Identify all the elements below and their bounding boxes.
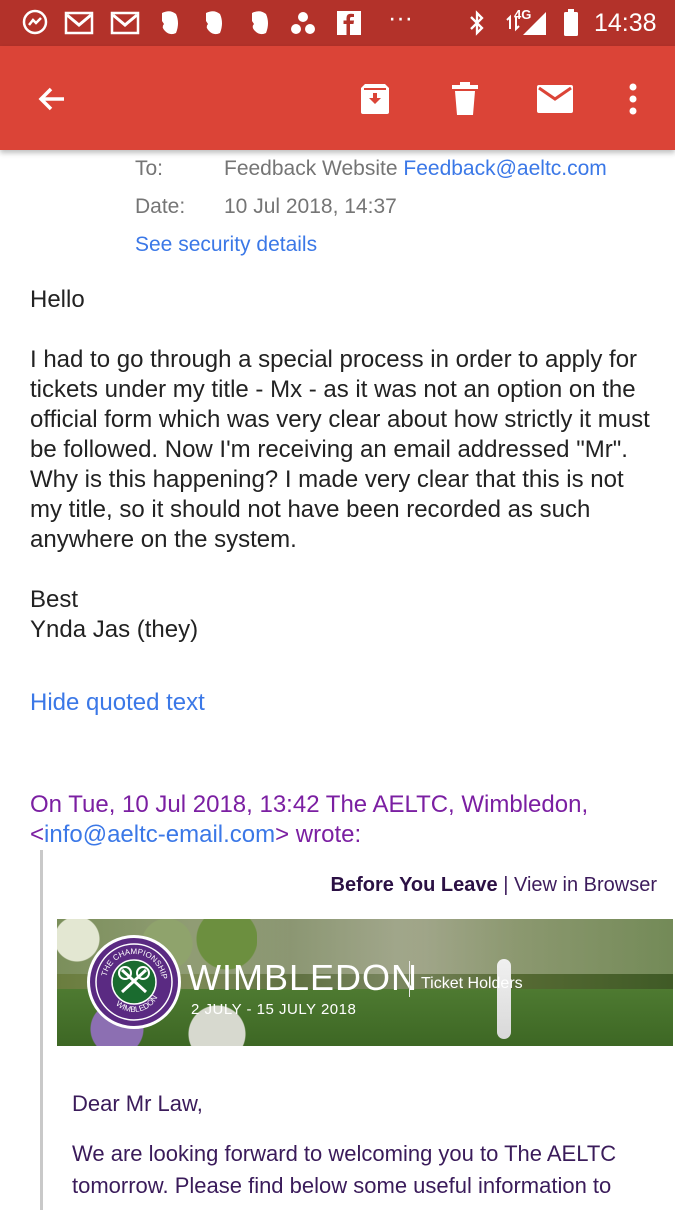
- delete-icon[interactable]: [440, 74, 490, 124]
- evernote-icon: [198, 8, 228, 38]
- email-salutation: Dear Mr Law,: [72, 1091, 203, 1116]
- banner-divider: [409, 961, 410, 997]
- sender-email-link[interactable]: info@aeltc-email.com: [44, 821, 275, 848]
- facebook-icon: [334, 8, 364, 38]
- player-figure: [497, 959, 511, 1039]
- overflow-menu-icon[interactable]: [608, 74, 658, 124]
- quoted-header: On Tue, 10 Jul 2018, 13:42 The AELTC, Wi…: [30, 790, 650, 850]
- signature: Ynda Jas (they): [30, 616, 199, 643]
- wimbledon-banner: THE CHAMPIONSHIPS WIMBLEDON WIMBLEDON 2 …: [57, 919, 673, 1046]
- preheader-links: Before You Leave | View in Browser: [331, 874, 657, 897]
- hide-quoted-text-link[interactable]: Hide quoted text: [30, 688, 650, 718]
- clock: 14:38: [594, 9, 657, 37]
- date-value: 10 Jul 2018, 14:37: [224, 195, 397, 218]
- to-value: Feedback Website Feedback@aeltc.com: [224, 157, 607, 181]
- date-label: Date:: [135, 195, 186, 218]
- banner-dates: 2 JULY - 15 JULY 2018: [191, 1001, 357, 1018]
- view-in-browser-link[interactable]: View in Browser: [514, 874, 657, 896]
- quoted-header-suffix: > wrote:: [275, 821, 362, 848]
- back-arrow-icon[interactable]: [27, 74, 77, 124]
- recipient-name: Feedback Website: [224, 157, 398, 180]
- message-paragraph: I had to go through a special process in…: [30, 346, 650, 553]
- recipient-email-link[interactable]: Feedback@aeltc.com: [403, 157, 606, 180]
- link-separator: |: [503, 874, 509, 896]
- championships-crest-logo: THE CHAMPIONSHIPS WIMBLEDON: [87, 935, 181, 1029]
- email-body: We are looking forward to welcoming you …: [72, 1141, 617, 1198]
- banner-title: WIMBLEDON: [187, 957, 419, 998]
- gmail-icon: [110, 8, 140, 38]
- quote-bar: [40, 850, 43, 1210]
- more-notifications-icon: ···: [388, 4, 413, 32]
- archive-icon[interactable]: [350, 74, 400, 124]
- cluster-icon: [288, 8, 318, 38]
- app-bar: [0, 46, 675, 150]
- greeting: Hello: [30, 286, 85, 313]
- banner-subtitle: Ticket Holders: [421, 975, 523, 992]
- evernote-icon: [244, 8, 274, 38]
- status-bar: ··· 4G 14:38: [0, 0, 675, 46]
- signoff: Best: [30, 586, 79, 613]
- to-label: To:: [135, 157, 164, 180]
- messenger-icon: [20, 8, 50, 38]
- battery-icon: [556, 8, 586, 38]
- before-you-leave-link[interactable]: Before You Leave: [331, 874, 498, 896]
- gmail-icon: [64, 8, 94, 38]
- evernote-icon: [154, 8, 184, 38]
- bluetooth-icon: [462, 8, 492, 38]
- mark-unread-icon[interactable]: [530, 74, 580, 124]
- signal-icon: [519, 8, 549, 38]
- security-details-link[interactable]: See security details: [135, 233, 317, 257]
